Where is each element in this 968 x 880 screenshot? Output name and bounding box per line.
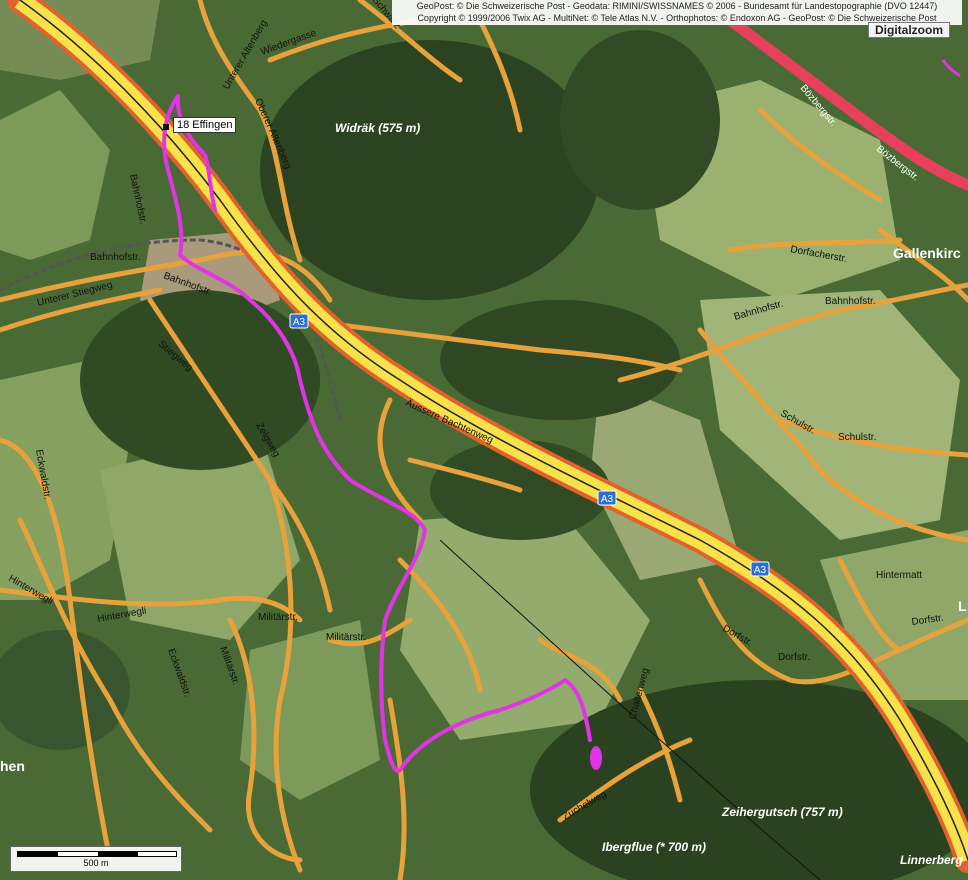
svg-text:A3: A3 (754, 565, 767, 576)
place-label-l: L (958, 598, 967, 614)
map-canvas[interactable]: A3 A3 A3 Widräk (575 m) Zeihergutsch (75… (0, 0, 968, 880)
road-label: Hintermatt (876, 570, 922, 581)
place-label-hen: hen (0, 758, 25, 774)
stop-marker[interactable] (163, 124, 169, 130)
scale-label: 500 m (83, 858, 109, 868)
scale-bar: 500 m (10, 846, 182, 872)
road-label: Schulstr. (838, 432, 876, 443)
copyright-line: GeoPost: © Die Schweizerische Post - Geo… (416, 1, 938, 11)
stop-label: 18 Effingen (173, 117, 237, 133)
place-label-zeihergutsch: Zeihergutsch (757 m) (721, 805, 843, 819)
place-label-gallenkirch: Gallenkirc (893, 245, 961, 261)
a3-shield: A3 (750, 561, 770, 577)
road-label: Dorfstr. (778, 652, 810, 663)
road-label: Militärstr. (326, 632, 366, 643)
place-label-ibergflue: Ibergflue (* 700 m) (602, 840, 706, 854)
place-label-widrak: Widräk (575 m) (335, 121, 420, 135)
a3-shield: A3 (597, 490, 617, 506)
svg-text:A3: A3 (293, 317, 306, 328)
road-label: Militärstr. (258, 612, 298, 623)
svg-text:A3: A3 (601, 494, 614, 505)
road-label: Bahnhofstr. (90, 252, 141, 263)
place-label-linnerberg: Linnerberg (900, 853, 963, 867)
a3-shield: A3 (289, 313, 309, 329)
scale-ruler (17, 851, 177, 857)
road-label: Bahnhofstr. (825, 296, 876, 307)
digital-zoom-button[interactable]: Digitalzoom (868, 22, 950, 38)
route-end-marker (590, 746, 602, 770)
